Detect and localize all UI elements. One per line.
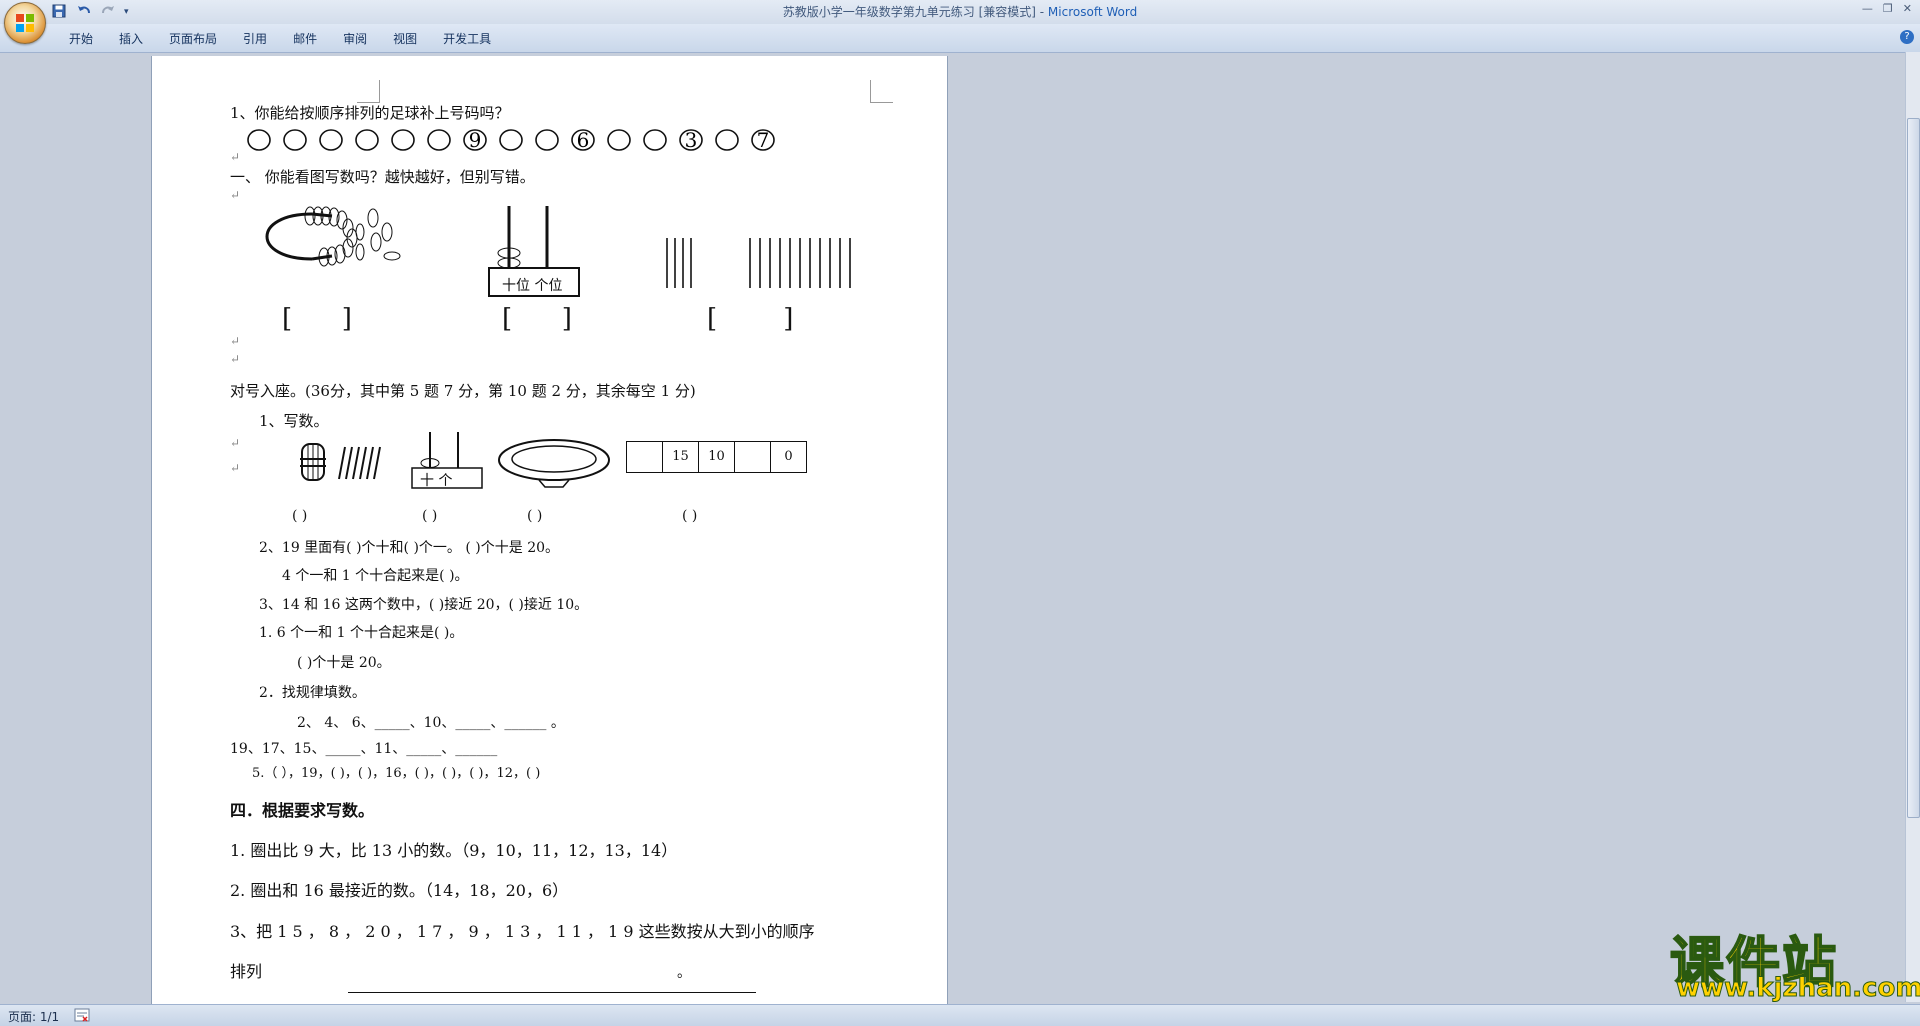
section-4-item-3-cont: 排列	[230, 962, 263, 981]
tab-home[interactable]: 开始	[56, 29, 106, 49]
ribbon-tab-bar: 开始 插入 页面布局 引用 邮件 审阅 视图 开发工具	[0, 24, 1920, 53]
document-page[interactable]: 1、你能给按顺序排列的足球补上号码吗？ 9 6 3 7 ↵ 一、 你能看图写数吗？越快…	[151, 56, 948, 1006]
tab-mailings[interactable]: 邮件	[280, 29, 330, 49]
pattern-row-1: 2、 4、 6、_____、10、_____、______ 。	[297, 715, 565, 731]
help-icon[interactable]: ?	[1900, 30, 1914, 44]
football-ball[interactable]	[715, 129, 739, 151]
tab-review[interactable]: 审阅	[330, 29, 380, 49]
football-ball[interactable]	[607, 129, 631, 151]
answer-blank[interactable]: [ ]	[282, 304, 352, 334]
football-row: 9 6 3 7	[247, 128, 775, 152]
paragraph-mark: ↵	[230, 352, 241, 366]
answer-blank[interactable]: ( )	[422, 508, 437, 524]
question-2b: 4 个一和 1 个十合起来是( )。	[282, 568, 469, 584]
tab-references[interactable]: 引用	[230, 29, 280, 49]
football-ball[interactable]	[391, 129, 415, 151]
plate-figure	[498, 439, 610, 488]
close-icon[interactable]: ✕	[1903, 2, 1912, 15]
answer-blank[interactable]: ( )	[292, 508, 307, 524]
tab-page-layout[interactable]: 页面布局	[156, 29, 230, 49]
status-bar: 页面: 1/1	[0, 1004, 1920, 1026]
tab-developer[interactable]: 开发工具	[430, 29, 504, 49]
sticks-figure	[666, 238, 851, 288]
ribbon-tabs: 开始 插入 页面布局 引用 邮件 审阅 视图 开发工具	[56, 29, 504, 49]
football-ball[interactable]	[247, 129, 271, 151]
answer-blank[interactable]: [ ]	[707, 304, 793, 334]
section-4-item-3: 3、把 1 5 ， 8 ， 2 0 ， 1 7 ， 9 ， 1 3 ， 1 1 …	[230, 922, 815, 941]
abacus-2-label: 十 个	[420, 473, 453, 489]
sequence-cell[interactable]	[627, 442, 663, 472]
answer-blank[interactable]: ( )	[682, 508, 697, 524]
football-ball[interactable]	[355, 129, 379, 151]
watermark-logo: 课件站 www.kjzhan.com	[1668, 918, 1920, 1004]
bundle-figure	[300, 443, 381, 481]
question-4: 1. 6 个一和 1 个十合起来是( )。	[259, 625, 464, 641]
paragraph-mark: ↵	[230, 150, 241, 164]
sequence-cell[interactable]	[735, 442, 771, 472]
section-4-title: 四．根据要求写数。	[230, 801, 375, 820]
football-number: 6	[577, 128, 590, 152]
question-write-numbers: 1、写数。	[259, 412, 329, 430]
minimize-icon[interactable]: —	[1862, 2, 1873, 15]
sequence-cell[interactable]: 10	[699, 442, 735, 472]
watermark-url: www.kjzhan.com	[1675, 973, 1920, 1004]
answer-blank[interactable]: ( )	[527, 508, 542, 524]
football-number: 9	[469, 128, 482, 152]
pattern-row-2: 19、17、15、_____、11、_____、______	[230, 741, 498, 757]
sequence-cell[interactable]: 0	[771, 442, 806, 472]
window-title: 苏教版小学一年级数学第九单元练习 [兼容模式] - Microsoft Word	[0, 3, 1920, 20]
question-5: 2．找规律填数。	[259, 685, 366, 701]
pattern-row-3: 5.（ ），19，( )，( )，16，( )，( )，( )，12，( )	[252, 766, 541, 781]
beads-figure	[265, 206, 401, 267]
window-controls: — ❐ ✕	[1862, 2, 1912, 15]
sequence-cell[interactable]: 15	[663, 442, 699, 472]
section-4-item-3-end: 。	[677, 965, 691, 981]
window-title-doc: 苏教版小学一年级数学第九单元练习 [兼容模式] -	[782, 5, 1048, 19]
restore-icon[interactable]: ❐	[1883, 2, 1893, 15]
paragraph-mark: ↵	[230, 188, 241, 202]
page-count[interactable]: 页面: 1/1	[8, 1008, 59, 1025]
answer-blank[interactable]: [ ]	[502, 304, 572, 334]
section-duihao-title: 对号入座。(36分，其中第 5 题 7 分，第 10 题 2 分，其余每空 1 …	[230, 382, 696, 400]
title-bar: ▾ 苏教版小学一年级数学第九单元练习 [兼容模式] - Microsoft Wo…	[0, 0, 1920, 24]
section-4-item-2: 2. 圈出和 16 最接近的数。（14，18，20，6）	[230, 881, 569, 900]
football-ball[interactable]	[319, 129, 343, 151]
office-button[interactable]	[4, 2, 46, 44]
section-1-title: 一、 你能看图写数吗？越快越好，但别写错。	[230, 168, 535, 186]
abacus-label: 十位 个位	[502, 278, 563, 294]
window-title-app: Microsoft Word	[1047, 5, 1138, 19]
football-ball[interactable]	[643, 129, 667, 151]
football-ball[interactable]	[499, 129, 523, 151]
crop-mark	[870, 80, 893, 103]
office-logo-icon	[16, 14, 34, 32]
section-4-item-1: 1. 圈出比 9 大，比 13 小的数。（9，10，11，12，13，14）	[230, 841, 678, 860]
question-3: 3、14 和 16 这两个数中，( )接近 20，( )接近 10。	[259, 597, 589, 613]
football-number: 7	[757, 128, 770, 152]
answer-line[interactable]	[348, 992, 756, 993]
football-number: 3	[685, 128, 698, 152]
paragraph-mark: ↵	[230, 461, 241, 475]
paragraph-mark: ↵	[230, 436, 241, 450]
football-ball[interactable]	[427, 129, 451, 151]
number-sequence-boxes: 15 10 0	[626, 441, 807, 473]
tab-insert[interactable]: 插入	[106, 29, 156, 49]
football-ball[interactable]	[283, 129, 307, 151]
question-4b: ( )个十是 20。	[297, 655, 391, 671]
football-ball[interactable]	[535, 129, 559, 151]
proofing-icon[interactable]	[74, 1008, 90, 1022]
question-2: 2、19 里面有( )个十和( )个一。 ( )个十是 20。	[259, 540, 560, 556]
paragraph-mark: ↵	[230, 334, 241, 348]
scrollbar-thumb[interactable]	[1907, 118, 1920, 818]
tab-view[interactable]: 视图	[380, 29, 430, 49]
crop-mark	[357, 80, 380, 103]
question-1-title: 1、你能给按顺序排列的足球补上号码吗？	[230, 104, 510, 122]
